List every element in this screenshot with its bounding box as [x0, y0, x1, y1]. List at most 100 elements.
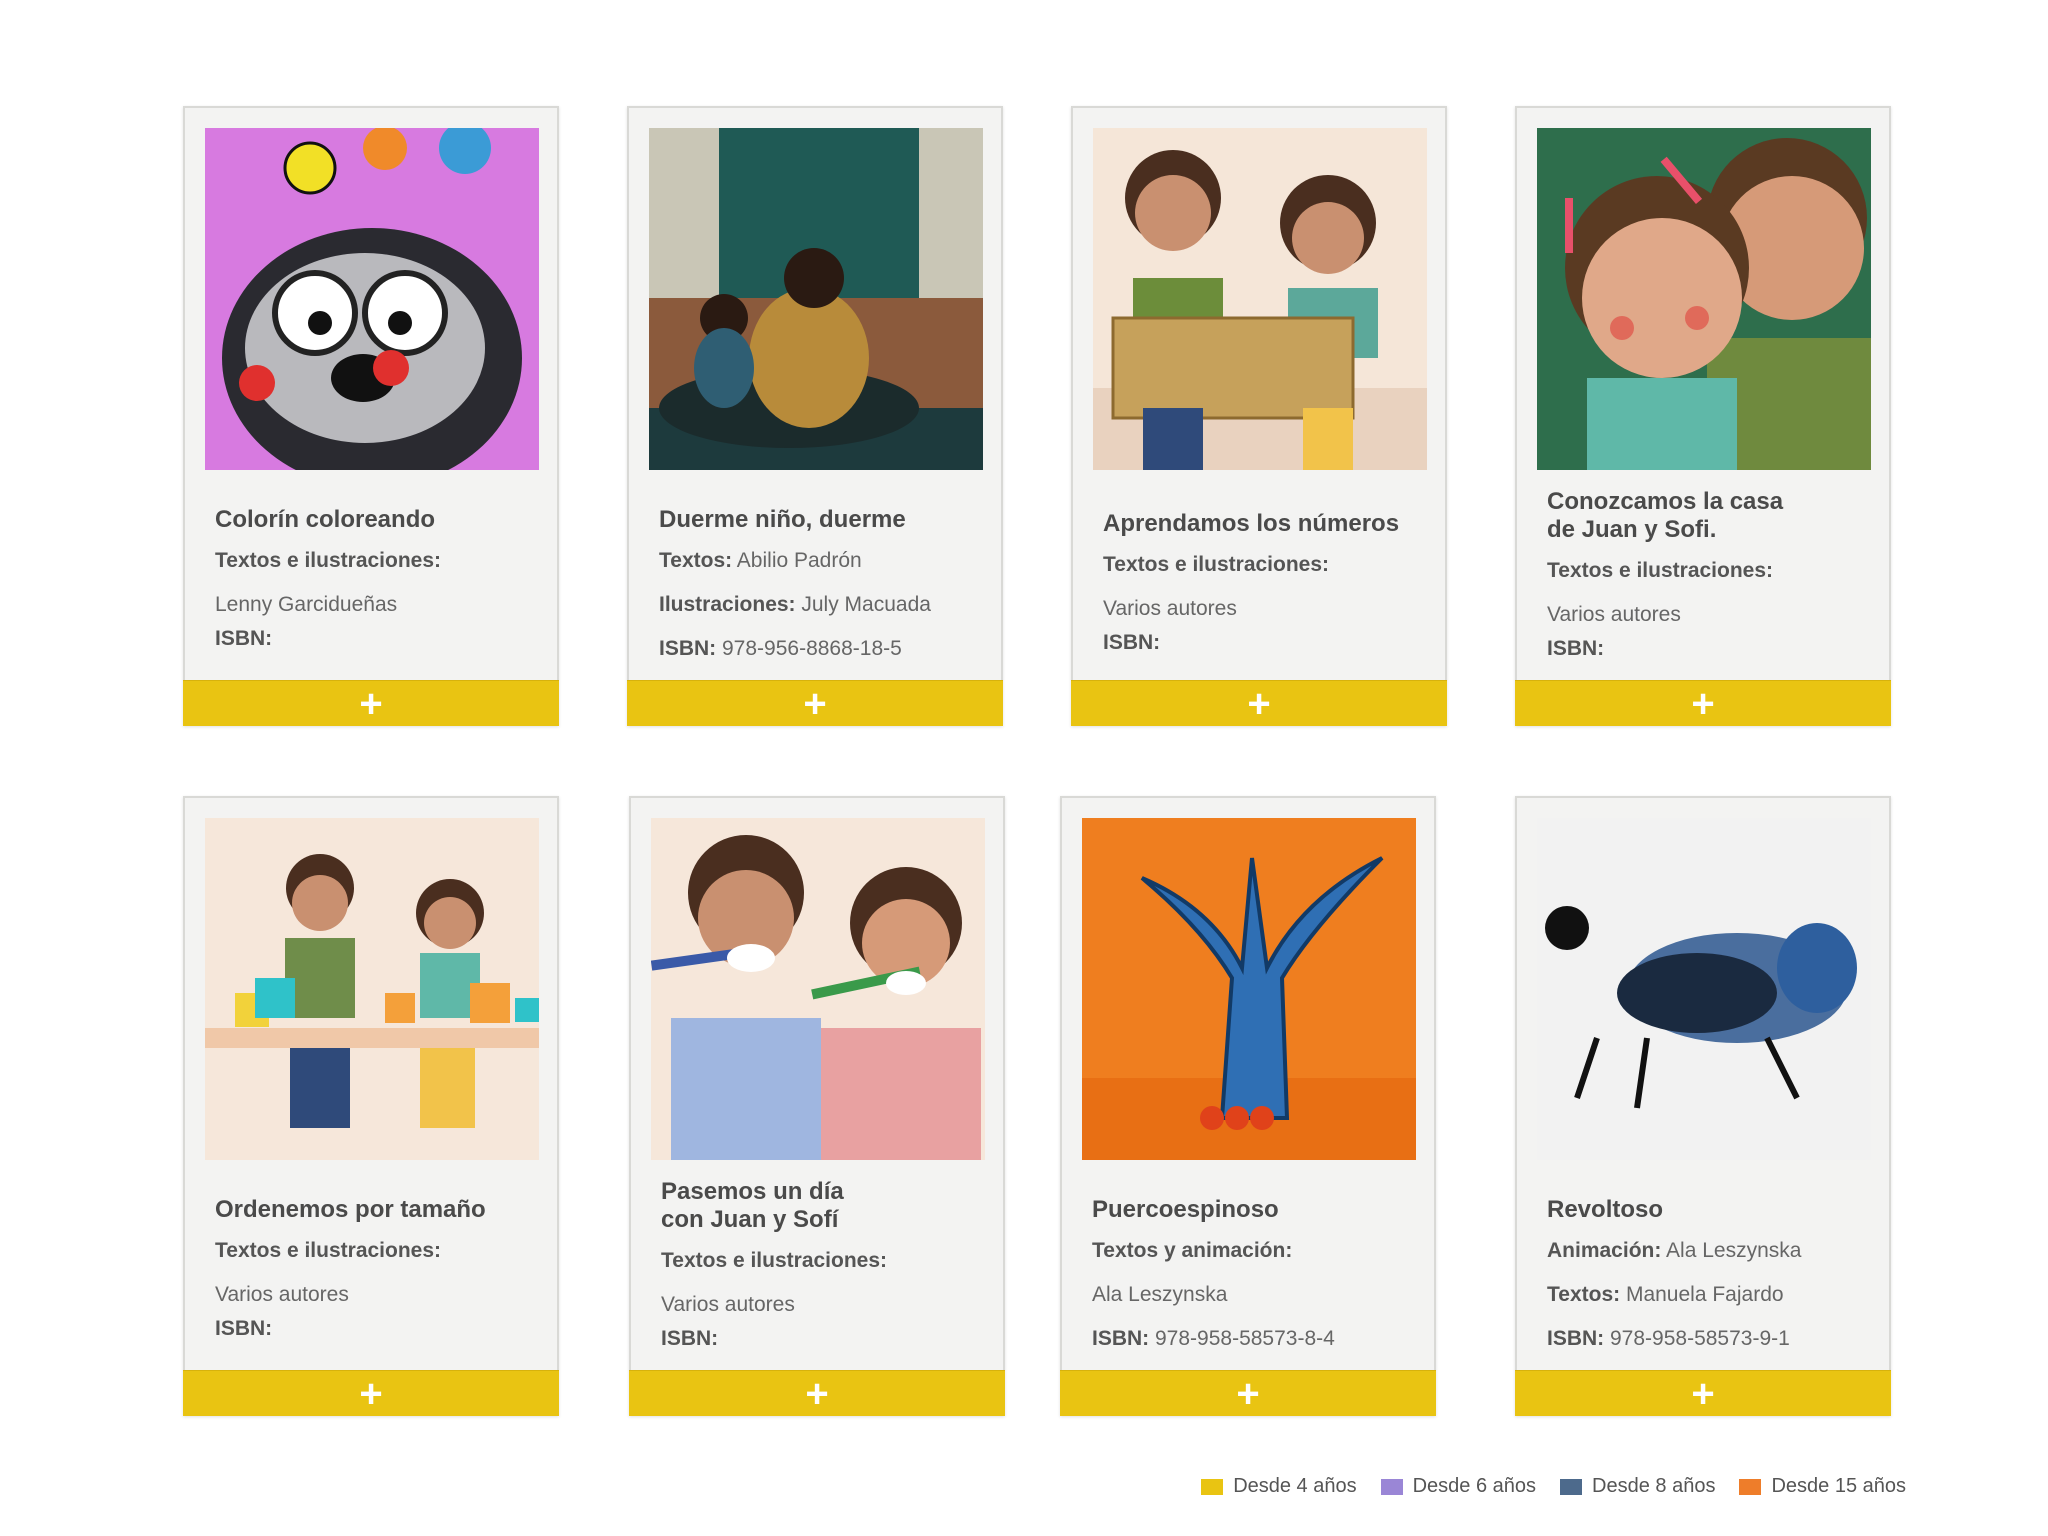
- plus-icon: +: [359, 681, 383, 726]
- book-title: Revoltoso: [1547, 1196, 1664, 1223]
- credit-value: Varios autores: [215, 1283, 349, 1306]
- book-cover-image[interactable]: [1082, 818, 1416, 1160]
- isbn-label: ISBN:: [215, 627, 273, 650]
- credit-line: Textos e ilustraciones:: [215, 548, 539, 574]
- book-title-line: con Juan y Sofí: [661, 1206, 839, 1233]
- expand-button[interactable]: +: [1071, 680, 1447, 726]
- credit-label: Textos:: [659, 549, 733, 572]
- credit-line: Textos e ilustraciones:: [1547, 558, 1871, 584]
- book-card[interactable]: Aprendamos los números Textos e ilustrac…: [1071, 106, 1447, 726]
- credit-line: Ala Leszynska: [1092, 1282, 1416, 1308]
- legend-label: Desde 15 años: [1771, 1475, 1906, 1497]
- credit-line: Lenny Garcidueñas: [215, 592, 539, 618]
- isbn-line: ISBN:: [215, 626, 539, 652]
- isbn-label: ISBN:: [1547, 637, 1605, 660]
- credit-line: Textos e ilustraciones:: [661, 1248, 985, 1274]
- isbn-label: ISBN:: [215, 1317, 273, 1340]
- book-card[interactable]: Ordenemos por tamaño Textos e ilustracio…: [183, 796, 559, 1416]
- isbn-label: ISBN:: [1092, 1327, 1150, 1350]
- credit-label: Textos y animación:: [1092, 1239, 1293, 1262]
- isbn-line: ISBN: 978-956-8868-18-5: [659, 636, 983, 662]
- book-card[interactable]: Conozcamos la casa de Juan y Sofi. Textos…: [1515, 106, 1891, 726]
- book-cover-image[interactable]: [205, 818, 539, 1160]
- cover-illustration: [205, 818, 539, 1160]
- book-card[interactable]: Puercoespinoso Textos y animación: Ala L…: [1060, 796, 1436, 1416]
- credit-value: Lenny Garcidueñas: [215, 593, 398, 616]
- legend-label: Desde 8 años: [1592, 1475, 1716, 1497]
- legend-item: Desde 4 años: [1201, 1475, 1357, 1498]
- book-card[interactable]: Duerme niño, duerme Textos: Abilio Padró…: [627, 106, 1003, 726]
- isbn-label: ISBN:: [661, 1327, 719, 1350]
- book-cover-image[interactable]: [1093, 128, 1427, 470]
- isbn-line: ISBN:: [215, 1316, 539, 1342]
- credit-label: Textos e ilustraciones:: [215, 549, 442, 572]
- book-cover-image[interactable]: [1537, 818, 1871, 1160]
- plus-icon: +: [1236, 1371, 1260, 1416]
- isbn-label: ISBN:: [659, 637, 717, 660]
- expand-button[interactable]: +: [1515, 1370, 1891, 1416]
- book-title: Colorín coloreando: [215, 506, 436, 533]
- isbn-label: ISBN:: [1547, 1327, 1605, 1350]
- book-title: Pasemos un día con Juan y Sofí: [661, 1178, 985, 1234]
- credit-line: Animación: Ala Leszynska: [1547, 1238, 1871, 1264]
- expand-button[interactable]: +: [183, 1370, 559, 1416]
- cover-illustration: [1537, 818, 1871, 1160]
- isbn-line: ISBN:: [1103, 630, 1427, 656]
- book-title: Ordenemos por tamaño: [215, 1196, 486, 1223]
- isbn-value: 978-956-8868-18-5: [716, 637, 902, 660]
- credit-label: Textos:: [1547, 1283, 1621, 1306]
- expand-button[interactable]: +: [183, 680, 559, 726]
- expand-button[interactable]: +: [1060, 1370, 1436, 1416]
- credit-value: Abilio Padrón: [732, 549, 862, 572]
- isbn-line: ISBN:: [1547, 636, 1871, 662]
- isbn-value: 978-958-58573-8-4: [1149, 1327, 1335, 1350]
- legend-label: Desde 4 años: [1233, 1475, 1357, 1497]
- cover-illustration: [651, 818, 985, 1160]
- isbn-value: 978-958-58573-9-1: [1604, 1327, 1790, 1350]
- legend-item: Desde 8 años: [1560, 1475, 1715, 1498]
- book-title: Duerme niño, duerme: [659, 506, 906, 533]
- legend-item: Desde 15 años: [1739, 1475, 1906, 1498]
- credit-line: Ilustraciones: July Macuada: [659, 592, 983, 618]
- credit-label: Ilustraciones:: [659, 593, 796, 616]
- catalog-page: Colorín coloreando Textos e ilustracione…: [0, 0, 2048, 1536]
- cover-illustration: [1537, 128, 1871, 470]
- book-cover-image[interactable]: [1537, 128, 1871, 470]
- book-card[interactable]: Revoltoso Animación: Ala Leszynska Texto…: [1515, 796, 1891, 1416]
- book-title-line: Conozcamos la casa: [1547, 488, 1784, 515]
- isbn-label: ISBN:: [1103, 631, 1161, 654]
- book-card[interactable]: Pasemos un día con Juan y Sofí Textos e i…: [629, 796, 1005, 1416]
- credit-value: Ala Leszynska: [1092, 1283, 1228, 1306]
- book-cover-image[interactable]: [205, 128, 539, 470]
- expand-button[interactable]: +: [627, 680, 1003, 726]
- legend-swatch: [1739, 1478, 1762, 1495]
- plus-icon: +: [1691, 1371, 1715, 1416]
- credit-line: Varios autores: [215, 1282, 539, 1308]
- credit-line: Varios autores: [1547, 602, 1871, 628]
- expand-button[interactable]: +: [1515, 680, 1891, 726]
- book-cover-image[interactable]: [649, 128, 983, 470]
- credit-label: Textos e ilustraciones:: [1547, 559, 1774, 582]
- credit-line: Textos y animación:: [1092, 1238, 1416, 1264]
- credit-line: Varios autores: [1103, 596, 1427, 622]
- credit-line: Textos e ilustraciones:: [1103, 552, 1427, 578]
- book-card[interactable]: Colorín coloreando Textos e ilustracione…: [183, 106, 559, 726]
- legend-item: Desde 6 años: [1380, 1475, 1536, 1498]
- book-title: Conozcamos la casa de Juan y Sofi.: [1547, 488, 1871, 544]
- book-title-line: de Juan y Sofi.: [1547, 516, 1717, 543]
- legend-swatch: [1560, 1478, 1583, 1495]
- plus-icon: +: [805, 1371, 829, 1416]
- credit-label: Textos e ilustraciones:: [215, 1239, 442, 1262]
- expand-button[interactable]: +: [629, 1370, 1005, 1416]
- legend-swatch: [1201, 1478, 1224, 1495]
- plus-icon: +: [803, 681, 827, 726]
- plus-icon: +: [359, 1371, 383, 1416]
- credit-value: Varios autores: [1547, 603, 1681, 626]
- credit-value: July Macuada: [795, 593, 931, 616]
- book-title-line: Pasemos un día: [661, 1178, 844, 1205]
- book-cover-image[interactable]: [651, 818, 985, 1160]
- plus-icon: +: [1247, 681, 1271, 726]
- credit-line: Textos: Abilio Padrón: [659, 548, 983, 574]
- credit-label: Textos e ilustraciones:: [1103, 553, 1330, 576]
- credit-value: Ala Leszynska: [1661, 1239, 1802, 1262]
